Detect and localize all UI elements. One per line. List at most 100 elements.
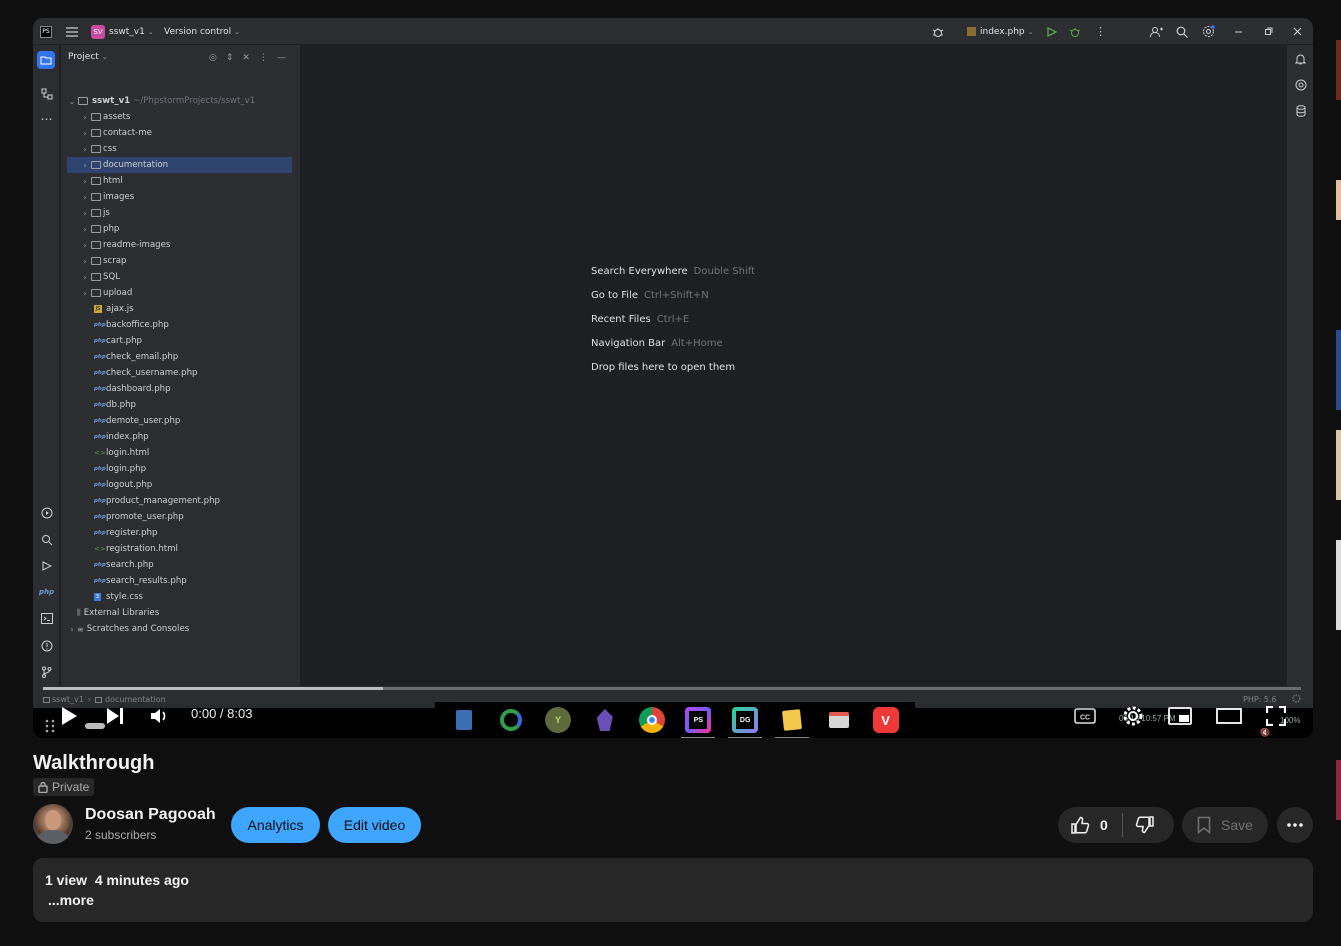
debug-icon[interactable] (1069, 18, 1081, 45)
analytics-button[interactable]: Analytics (231, 807, 320, 843)
minimize-window-icon[interactable] (1234, 18, 1243, 45)
expand-all-icon[interactable]: ⇕ (226, 53, 234, 63)
tree-item-label: scrap (103, 256, 127, 266)
php-file-icon: php (94, 338, 106, 344)
tree-folder[interactable]: › assets (67, 109, 292, 125)
run-config-selector[interactable]: index.php ⌄ (967, 18, 1034, 45)
restore-window-icon[interactable] (1264, 18, 1273, 45)
show-more-link[interactable]: ...more (48, 892, 94, 908)
tree-folder[interactable]: › documentation (67, 157, 292, 173)
progress-bar[interactable] (43, 687, 1301, 690)
subtitles-button[interactable]: CC (1074, 702, 1096, 730)
php-tool-icon[interactable]: php (39, 584, 54, 599)
project-folder-icon[interactable] (37, 51, 55, 69)
php-file-icon (967, 27, 976, 36)
hide-panel-icon[interactable]: — (277, 53, 286, 63)
tree-folder[interactable]: › upload (67, 285, 292, 301)
tree-file[interactable]: php check_email.php (67, 349, 292, 365)
tree-item-label: login.html (106, 448, 150, 458)
editor-hint: Recent Files Ctrl+E (591, 314, 689, 325)
tree-file[interactable]: php demote_user.php (67, 413, 292, 429)
channel-name[interactable]: Doosan Pagooah (85, 806, 216, 824)
next-button[interactable] (106, 702, 124, 730)
tree-file[interactable]: php check_username.php (67, 365, 292, 381)
search-icon[interactable] (1176, 18, 1188, 45)
tree-folder[interactable]: › readme-images (67, 237, 292, 253)
ai-assistant-icon[interactable] (1293, 77, 1308, 92)
tree-file[interactable]: php backoffice.php (67, 317, 292, 333)
fullscreen-button[interactable] (1266, 702, 1286, 730)
description-box[interactable]: 1 view 4 minutes ago ...more (33, 858, 1313, 922)
project-switcher[interactable]: SV sswt_v1 ⌄ (91, 18, 154, 45)
tree-folder[interactable]: › contact-me (67, 125, 292, 141)
version-control-menu[interactable]: Version control ⌄ (164, 18, 240, 45)
add-user-icon[interactable] (1150, 18, 1163, 45)
bug-icon[interactable] (932, 18, 944, 45)
tree-folder[interactable]: › scrap (67, 253, 292, 269)
like-dislike-group: 0 (1058, 807, 1174, 843)
dislike-button[interactable] (1123, 807, 1155, 843)
play-button[interactable] (60, 702, 78, 730)
tree-root[interactable]: ⌄ sswt_v1 ~/PhpstormProjects/sswt_v1 (67, 93, 292, 109)
close-window-icon[interactable] (1293, 18, 1302, 45)
tree-folder[interactable]: › php (67, 221, 292, 237)
tree-file[interactable]: php index.php (67, 429, 292, 445)
run-icon[interactable] (1047, 18, 1057, 45)
more-options-button[interactable] (1277, 807, 1313, 843)
chrome-icon (638, 707, 665, 733)
save-button[interactable]: Save (1182, 807, 1268, 843)
tree-file[interactable]: php promote_user.php (67, 509, 292, 525)
tree-file[interactable]: php product_management.php (67, 493, 292, 509)
services-icon[interactable] (39, 505, 54, 520)
tree-scratches[interactable]: › ≡ Scratches and Consoles (67, 621, 292, 637)
collapse-all-icon[interactable]: ✕ (242, 53, 250, 63)
more-actions-icon[interactable]: ⋮ (1095, 18, 1106, 45)
tree-file[interactable]: php cart.php (67, 333, 292, 349)
editor-area[interactable]: Search Everywhere Double Shift Go to File C… (302, 45, 1286, 700)
tree-file[interactable]: php search_results.php (67, 573, 292, 589)
tree-file[interactable]: <> registration.html (67, 541, 292, 557)
tree-file[interactable]: JS ajax.js (67, 301, 292, 317)
git-branch-icon[interactable] (39, 664, 54, 679)
video-player[interactable]: PS SV sswt_v1 ⌄ Version control ⌄ index.… (33, 18, 1313, 738)
tree-folder[interactable]: › js (67, 205, 292, 221)
tree-file[interactable]: php login.php (67, 461, 292, 477)
tree-file[interactable]: php dashboard.php (67, 381, 292, 397)
find-icon[interactable] (39, 532, 54, 547)
notifications-icon[interactable] (1293, 51, 1308, 66)
tree-file[interactable]: php db.php (67, 397, 292, 413)
tree-folder[interactable]: › html (67, 173, 292, 189)
tree-folder[interactable]: › SQL (67, 269, 292, 285)
project-view-selector[interactable]: Project ⌄ (68, 52, 108, 62)
like-button[interactable]: 0 (1058, 807, 1108, 843)
tree-file[interactable]: php search.php (67, 557, 292, 573)
volume-button[interactable] (150, 702, 170, 730)
tree-file[interactable]: php logout.php (67, 477, 292, 493)
ide-titlebar: PS SV sswt_v1 ⌄ Version control ⌄ index.… (33, 18, 1313, 45)
options-icon[interactable]: ⋮ (259, 53, 268, 63)
locate-file-icon[interactable]: ◎ (209, 53, 217, 63)
tree-file[interactable]: <> login.html (67, 445, 292, 461)
structure-icon[interactable] (39, 86, 54, 101)
channel-avatar[interactable] (33, 804, 73, 844)
tree-file[interactable]: php register.php (67, 525, 292, 541)
theater-mode-button[interactable] (1216, 702, 1242, 730)
main-menu-icon[interactable] (66, 18, 78, 45)
editor-hint: Drop files here to open them (591, 362, 735, 373)
tree-item-label: cart.php (106, 336, 142, 346)
tree-item-label: html (103, 176, 123, 186)
miniplayer-button[interactable] (1168, 702, 1192, 730)
settings-button[interactable] (1122, 702, 1144, 730)
database-icon[interactable] (1293, 103, 1308, 118)
edit-video-button[interactable]: Edit video (328, 807, 421, 843)
problems-icon[interactable] (39, 638, 54, 653)
terminal-icon[interactable] (39, 611, 54, 626)
tree-item-label: search_results.php (106, 576, 187, 586)
tree-folder[interactable]: › images (67, 189, 292, 205)
tree-external-libraries[interactable]: ⫼ External Libraries (67, 605, 292, 621)
tree-file[interactable]: 3 style.css (67, 589, 292, 605)
run-tool-icon[interactable] (39, 558, 54, 573)
tree-folder[interactable]: › css (67, 141, 292, 157)
settings-gear-icon[interactable] (1202, 18, 1215, 45)
more-tools-icon[interactable]: ⋯ (39, 111, 54, 126)
